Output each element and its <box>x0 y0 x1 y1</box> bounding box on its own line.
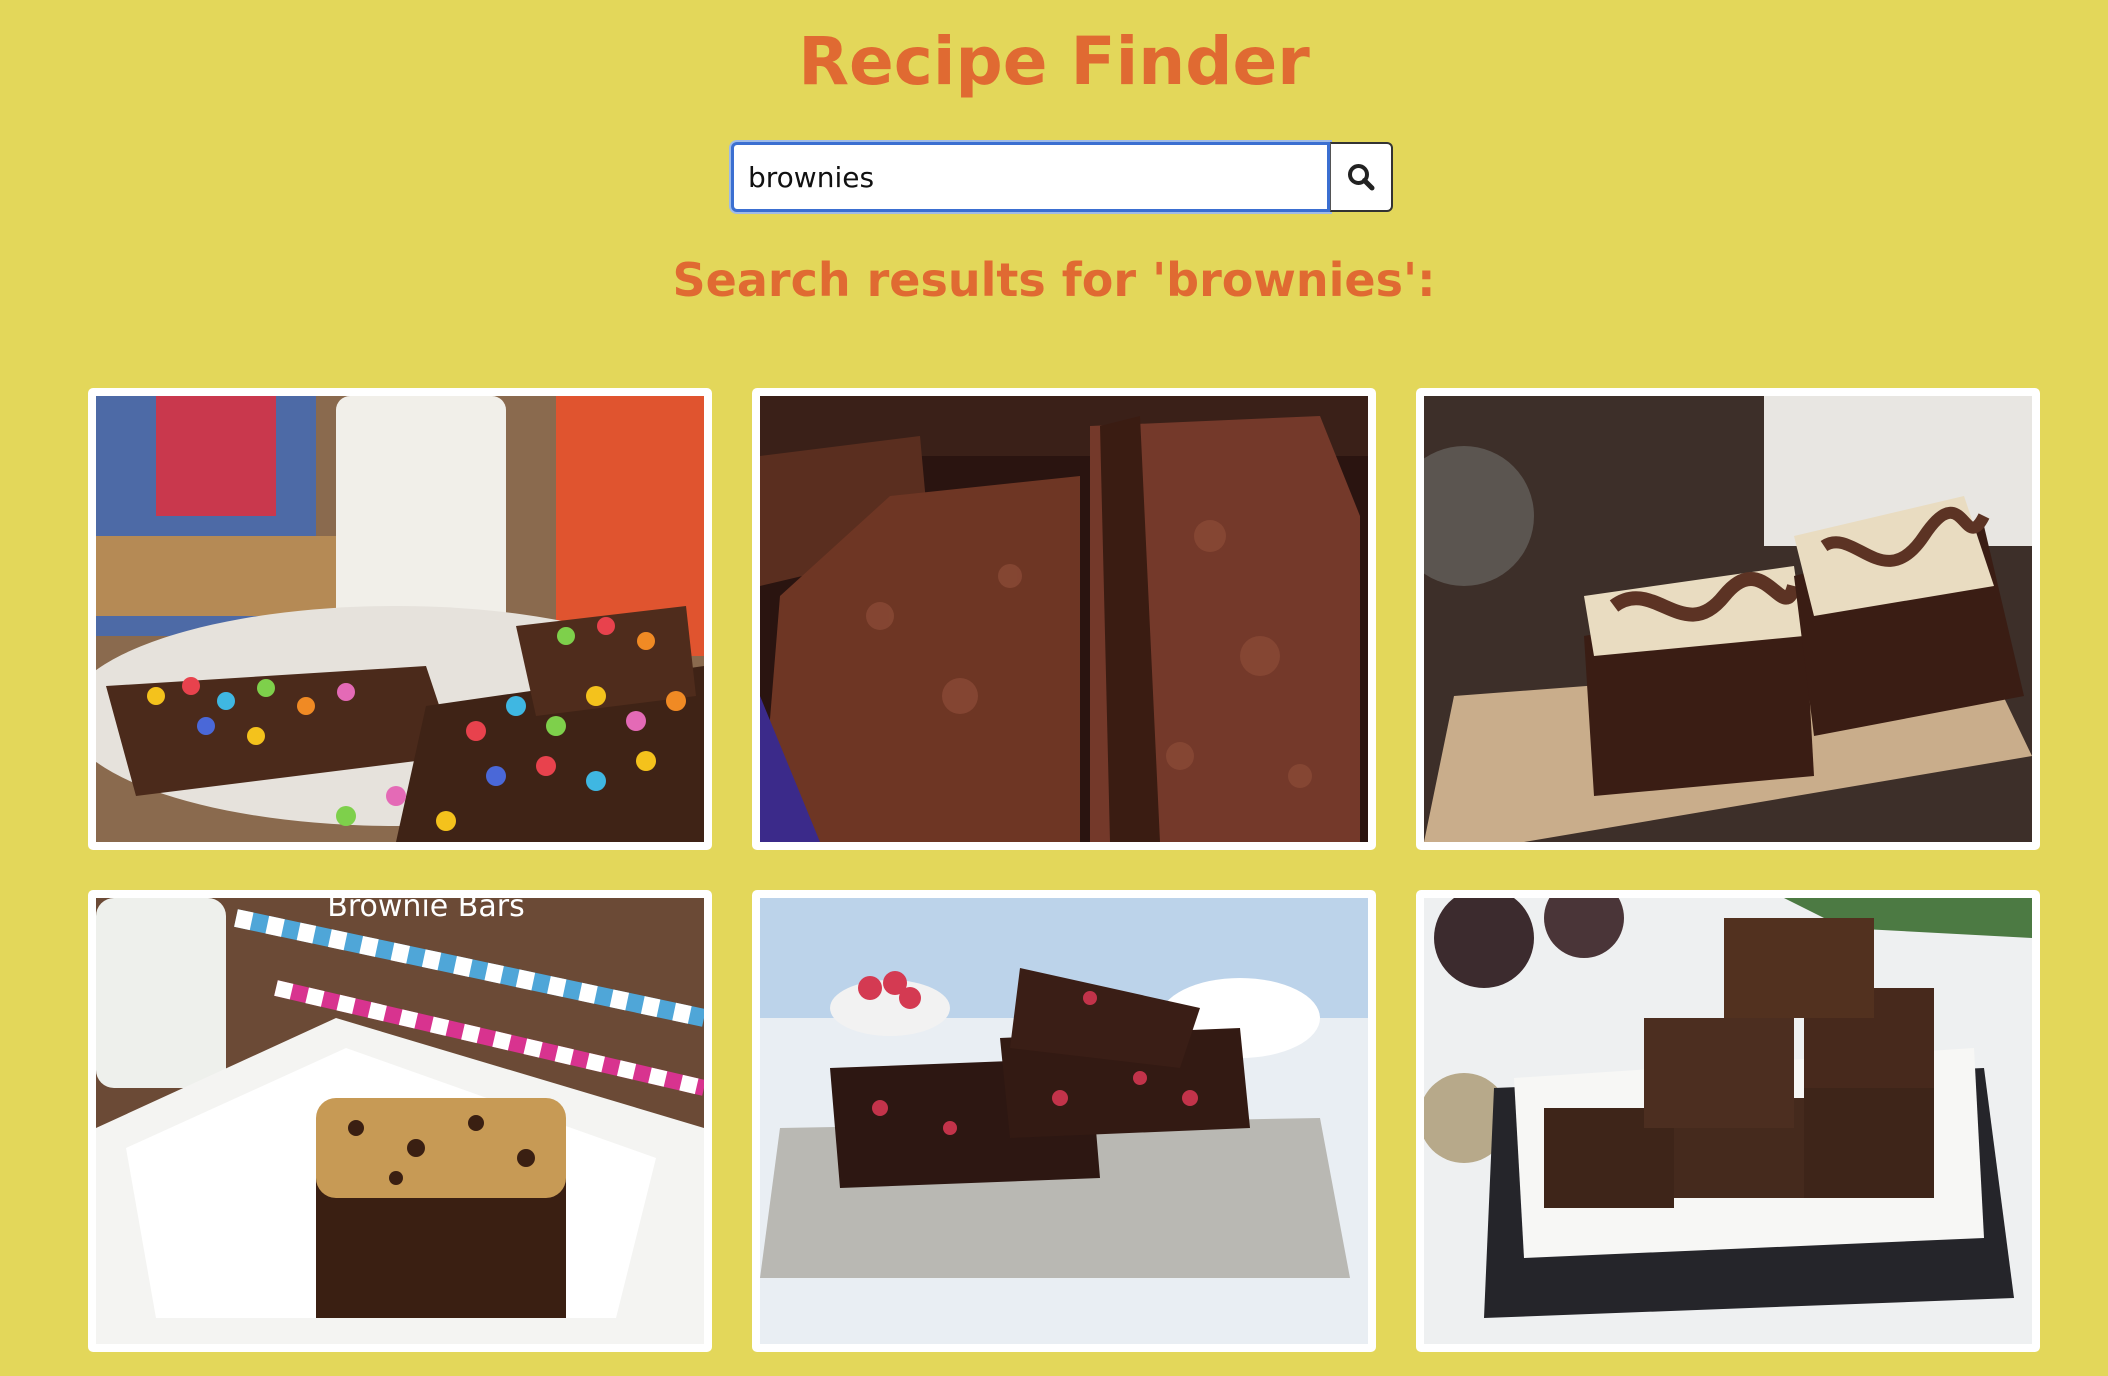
search-bar <box>731 142 1393 212</box>
rainbow-chip-brownies-photo <box>96 396 704 842</box>
recipe-card[interactable] <box>88 388 712 850</box>
recipe-card[interactable] <box>752 388 1376 850</box>
cookie-dough-brownie-bar-photo: Brownie Bars <box>96 898 704 1344</box>
raspberry-brownies-photo <box>760 898 1368 1344</box>
app-title: Recipe Finder <box>798 23 1310 100</box>
search-input[interactable] <box>731 142 1331 212</box>
cheesecake-swirl-brownies-photo <box>1424 396 2032 842</box>
results-heading: Search results for 'brownies': <box>672 253 1436 307</box>
search-icon <box>1348 164 1375 191</box>
fudgy-brownie-slices-photo <box>760 396 1368 842</box>
recipe-card[interactable]: Brownie Bars <box>88 890 712 1352</box>
recipe-card[interactable] <box>752 890 1376 1352</box>
recipe-card[interactable] <box>1416 890 2040 1352</box>
recipe-card[interactable] <box>1416 388 2040 850</box>
beetroot-brownies-in-tray-photo <box>1424 898 2032 1344</box>
results-grid: Brownie Bars <box>88 388 2040 1352</box>
search-button[interactable] <box>1330 142 1393 212</box>
brownie-bars-overlay-text: Brownie Bars <box>327 898 524 924</box>
